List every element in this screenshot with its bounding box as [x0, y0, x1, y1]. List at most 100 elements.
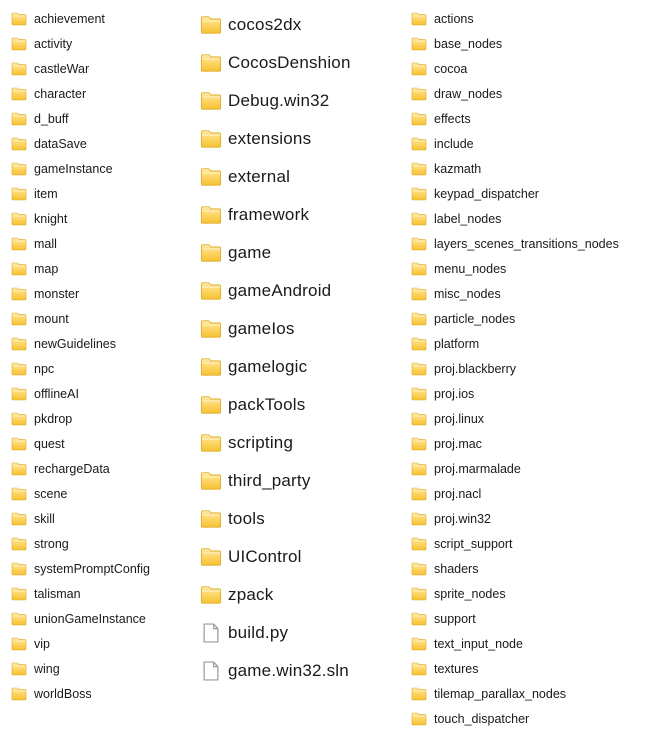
folder-item[interactable]: shaders — [410, 556, 623, 581]
folder-item[interactable]: achievement — [10, 6, 200, 31]
folder-item[interactable]: external — [200, 158, 410, 196]
item-label: mount — [34, 312, 69, 326]
folder-item[interactable]: touch_dispatcher — [410, 706, 623, 731]
folder-item[interactable]: packTools — [200, 386, 410, 424]
folder-item[interactable]: gameAndroid — [200, 272, 410, 310]
folder-item[interactable]: gameIos — [200, 310, 410, 348]
folder-item[interactable]: tilemap_parallax_nodes — [410, 681, 623, 706]
folder-item[interactable]: proj.nacl — [410, 481, 623, 506]
folder-item[interactable]: text_input_node — [410, 631, 623, 656]
folder-item[interactable]: effects — [410, 106, 623, 131]
folder-item[interactable]: quest — [10, 431, 200, 456]
folder-item[interactable]: gamelogic — [200, 348, 410, 386]
folder-icon — [200, 14, 222, 36]
folder-item[interactable]: keypad_dispatcher — [410, 181, 623, 206]
folder-item[interactable]: d_buff — [10, 106, 200, 131]
folder-item[interactable]: rechargeData — [10, 456, 200, 481]
folder-item[interactable]: mall — [10, 231, 200, 256]
folder-item[interactable]: proj.marmalade — [410, 456, 623, 481]
folder-icon — [410, 10, 428, 28]
folder-item[interactable]: proj.linux — [410, 406, 623, 431]
folder-item[interactable]: tools — [200, 500, 410, 538]
folder-icon — [410, 535, 428, 553]
folder-icon — [10, 410, 28, 428]
folder-icon — [200, 546, 222, 568]
folder-item[interactable]: kazmath — [410, 156, 623, 181]
folder-item[interactable]: strong — [10, 531, 200, 556]
folder-item[interactable]: particle_nodes — [410, 306, 623, 331]
folder-item[interactable]: proj.win32 — [410, 506, 623, 531]
folder-item[interactable]: mount — [10, 306, 200, 331]
folder-item[interactable]: proj.blackberry — [410, 356, 623, 381]
folder-item[interactable]: sprite_nodes — [410, 581, 623, 606]
folder-item[interactable]: castleWar — [10, 56, 200, 81]
folder-item[interactable]: menu_nodes — [410, 256, 623, 281]
folder-item[interactable]: newGuidelines — [10, 331, 200, 356]
folder-item[interactable]: item — [10, 181, 200, 206]
folder-item[interactable]: pkdrop — [10, 406, 200, 431]
folder-item[interactable]: scripting — [200, 424, 410, 462]
item-label: proj.linux — [434, 412, 484, 426]
folder-item[interactable]: unionGameInstance — [10, 606, 200, 631]
item-label: castleWar — [34, 62, 89, 76]
item-label: framework — [228, 205, 309, 225]
item-label: packTools — [228, 395, 305, 415]
folder-item[interactable]: knight — [10, 206, 200, 231]
folder-icon — [10, 260, 28, 278]
folder-item[interactable]: proj.mac — [410, 431, 623, 456]
folder-item[interactable]: extensions — [200, 120, 410, 158]
item-label: achievement — [34, 12, 105, 26]
folder-item[interactable]: draw_nodes — [410, 81, 623, 106]
folder-item[interactable]: base_nodes — [410, 31, 623, 56]
folder-item[interactable]: UIControl — [200, 538, 410, 576]
folder-item[interactable]: proj.ios — [410, 381, 623, 406]
folder-item[interactable]: scene — [10, 481, 200, 506]
folder-item[interactable]: Debug.win32 — [200, 82, 410, 120]
folder-item[interactable]: game — [200, 234, 410, 272]
folder-item[interactable]: platform — [410, 331, 623, 356]
folder-item[interactable]: gameInstance — [10, 156, 200, 181]
folder-item[interactable]: framework — [200, 196, 410, 234]
folder-item[interactable]: wing — [10, 656, 200, 681]
folder-item[interactable]: actions — [410, 6, 623, 31]
item-label: skill — [34, 512, 55, 526]
folder-item[interactable]: cocoa — [410, 56, 623, 81]
folder-icon — [410, 110, 428, 128]
folder-icon — [10, 310, 28, 328]
folder-item[interactable]: systemPromptConfig — [10, 556, 200, 581]
item-label: gameInstance — [34, 162, 113, 176]
folder-item[interactable]: monster — [10, 281, 200, 306]
item-label: CocosDenshion — [228, 53, 351, 73]
folder-item[interactable]: layers_scenes_transitions_nodes — [410, 231, 623, 256]
folder-item[interactable]: cocos2dx — [200, 6, 410, 44]
folder-item[interactable]: activity — [10, 31, 200, 56]
folder-item[interactable]: textures — [410, 656, 623, 681]
item-label: label_nodes — [434, 212, 501, 226]
folder-item[interactable]: third_party — [200, 462, 410, 500]
folder-item[interactable]: dataSave — [10, 131, 200, 156]
item-label: proj.mac — [434, 437, 482, 451]
item-label: proj.blackberry — [434, 362, 516, 376]
folder-icon — [200, 584, 222, 606]
item-label: UIControl — [228, 547, 302, 567]
folder-item[interactable]: skill — [10, 506, 200, 531]
folder-item[interactable]: offlineAI — [10, 381, 200, 406]
folder-item[interactable]: script_support — [410, 531, 623, 556]
file-item[interactable]: game.win32.sln — [200, 652, 410, 690]
folder-item[interactable]: include — [410, 131, 623, 156]
folder-item[interactable]: character — [10, 81, 200, 106]
file-item[interactable]: build.py — [200, 614, 410, 652]
folder-item[interactable]: support — [410, 606, 623, 631]
folder-item[interactable]: vip — [10, 631, 200, 656]
folder-item[interactable]: map — [10, 256, 200, 281]
folder-item[interactable]: worldBoss — [10, 681, 200, 706]
folder-item[interactable]: npc — [10, 356, 200, 381]
folder-item[interactable]: talisman — [10, 581, 200, 606]
folder-icon — [10, 185, 28, 203]
folder-item[interactable]: label_nodes — [410, 206, 623, 231]
folder-icon — [10, 285, 28, 303]
folder-item[interactable]: zpack — [200, 576, 410, 614]
folder-item[interactable]: misc_nodes — [410, 281, 623, 306]
folder-item[interactable]: CocosDenshion — [200, 44, 410, 82]
folder-icon — [200, 318, 222, 340]
